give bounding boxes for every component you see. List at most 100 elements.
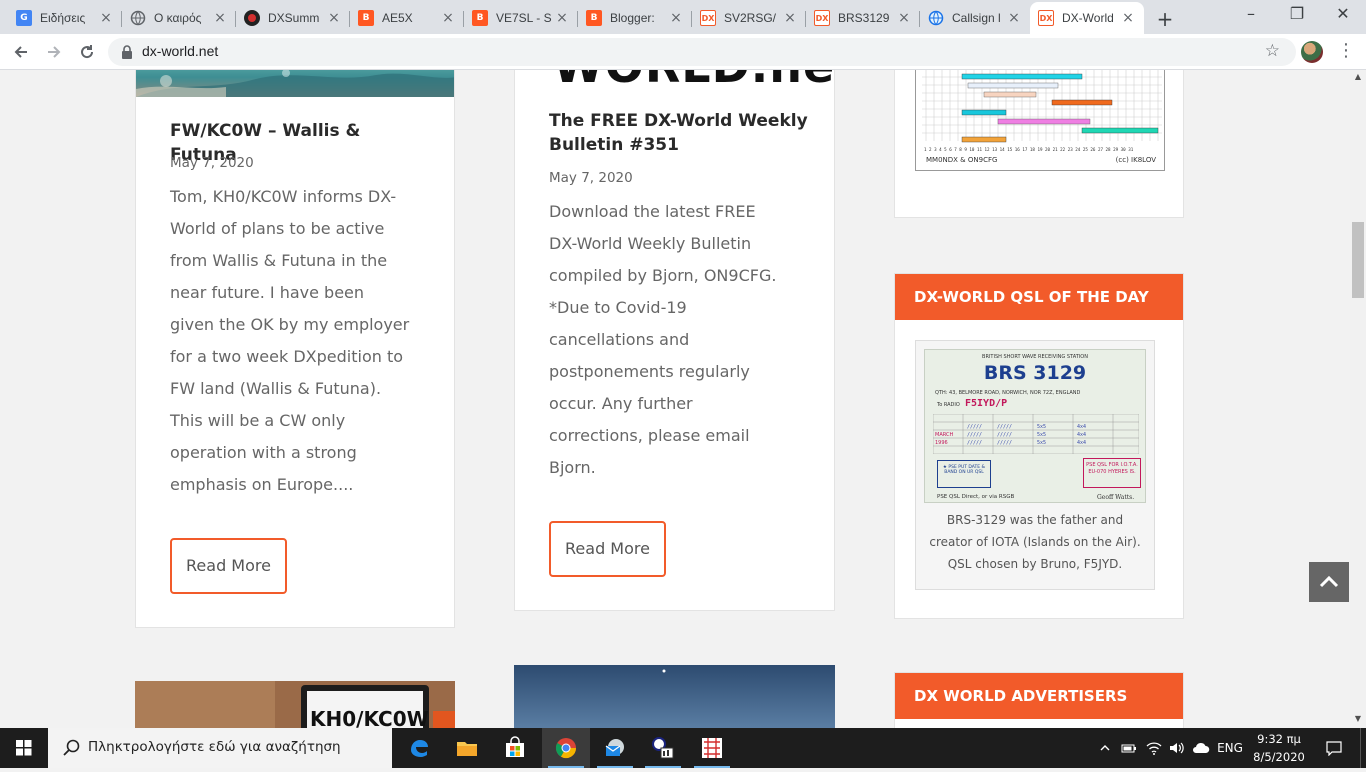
dxpedition-timeline-chart[interactable]: 1 2 3 4 5 6 7 8 9 10 11 12 13 14 15 16 1… — [915, 70, 1165, 171]
browser-tab-dxsummit[interactable]: DXSumm × — [236, 2, 350, 34]
svg-text://///: ///// — [997, 440, 1012, 446]
dx-world-icon: DX — [700, 10, 716, 26]
read-more-button[interactable]: Read More — [170, 538, 287, 594]
back-to-top-button[interactable] — [1309, 562, 1349, 602]
taskbar-file-explorer[interactable] — [443, 728, 491, 768]
blogger-icon: B — [472, 10, 488, 26]
close-icon[interactable]: × — [326, 10, 342, 26]
folder-icon — [457, 742, 477, 756]
lock-icon — [122, 45, 132, 59]
close-icon[interactable]: × — [440, 10, 456, 26]
volume-icon[interactable] — [1166, 728, 1188, 768]
browser-tab-ae5x[interactable]: B AE5X × — [350, 2, 464, 34]
close-window-button[interactable]: ✕ — [1320, 4, 1366, 28]
browser-tab-callsign[interactable]: Callsign l × — [920, 2, 1030, 34]
scroll-up-arrow-icon[interactable]: ▲ — [1350, 72, 1366, 81]
close-icon[interactable]: × — [554, 10, 570, 26]
close-icon[interactable]: × — [896, 10, 912, 26]
close-icon[interactable]: × — [212, 10, 228, 26]
bookmark-star-icon[interactable]: ☆ — [1265, 41, 1280, 61]
browser-tab-news[interactable]: G Ειδήσεις × — [8, 2, 122, 34]
svg-text:4x4: 4x4 — [1077, 432, 1086, 438]
post-image-dx-world-logo[interactable]: WORLD.net — [515, 70, 834, 89]
store-icon — [506, 736, 524, 757]
svg-text://///: ///// — [967, 424, 982, 430]
scrollbar-thumb[interactable] — [1352, 222, 1364, 298]
taskbar-qsl-app[interactable] — [688, 728, 736, 768]
scroll-down-arrow-icon[interactable]: ▼ — [1350, 714, 1366, 723]
mail-app-icon — [605, 739, 624, 756]
taskbar-edge[interactable] — [395, 728, 443, 768]
tray-overflow-chevron-icon[interactable] — [1096, 728, 1114, 768]
svg-text:5x5: 5x5 — [1037, 424, 1046, 430]
minimize-button[interactable]: – — [1228, 4, 1274, 28]
tab-strip: G Ειδήσεις × Ο καιρός × DXSumm × B AE5X … — [0, 0, 1366, 34]
widget-title: DX WORLD ADVERTISERS — [895, 673, 1183, 719]
windows-logo-icon — [16, 740, 32, 756]
network-app-icon — [652, 737, 674, 759]
browser-tab-ve7sl[interactable]: B VE7SL - S × — [464, 2, 578, 34]
taskbar-clock[interactable]: 9:32 πμ 8/5/2020 — [1240, 730, 1318, 766]
arrow-left-icon — [14, 46, 27, 58]
battery-icon[interactable] — [1118, 728, 1140, 768]
browser-tab-dx-world-active[interactable]: DX DX-World × — [1030, 2, 1144, 34]
taskbar-app-counter[interactable] — [639, 728, 687, 768]
browser-menu-icon[interactable]: ⋮ — [1336, 40, 1356, 61]
svg-text:1996: 1996 — [935, 440, 948, 446]
google-news-icon: G — [16, 10, 32, 26]
read-more-button[interactable]: Read More — [549, 521, 666, 577]
close-icon[interactable]: × — [1120, 10, 1136, 26]
wifi-icon[interactable] — [1143, 728, 1165, 768]
dx-world-logo: WORLD.net — [553, 70, 834, 89]
show-desktop-button[interactable] — [1360, 728, 1366, 768]
close-icon[interactable]: × — [98, 10, 114, 26]
post-image-wallis-futuna[interactable] — [136, 70, 454, 97]
blogger-icon: B — [586, 10, 602, 26]
clock-time: 9:32 πμ — [1257, 732, 1301, 746]
widget-dxpedition-chart: 1 2 3 4 5 6 7 8 9 10 11 12 13 14 15 16 1… — [894, 70, 1184, 218]
clock-date: 8/5/2020 — [1253, 750, 1305, 764]
taskbar-store[interactable] — [491, 728, 539, 768]
address-bar[interactable]: dx-world.net ☆ — [108, 38, 1296, 66]
browser-tab-weather[interactable]: Ο καιρός × — [122, 2, 236, 34]
qsl-caption: BRS-3129 was the father and creator of I… — [929, 513, 1141, 571]
taskbar-search-box[interactable]: Πληκτρολογήστε εδώ για αναζήτηση — [48, 728, 392, 768]
profile-avatar[interactable] — [1301, 41, 1323, 63]
new-tab-button[interactable]: + — [1155, 7, 1175, 31]
post-image-kh0-kc0w[interactable]: KH0/KC0W — [135, 681, 455, 728]
dx-world-icon: DX — [814, 10, 830, 26]
browser-tab-sv2rsg[interactable]: DX SV2RSG/ × — [692, 2, 806, 34]
page-scrollbar[interactable]: ▲ ▼ — [1350, 70, 1366, 728]
svg-text://///: ///// — [967, 432, 982, 438]
taskbar-chrome[interactable] — [542, 728, 590, 768]
notifications-icon[interactable] — [1320, 728, 1348, 768]
qsl-card-image[interactable]: BRITISH SHORT WAVE RECEIVING STATION BRS… — [924, 349, 1146, 503]
start-button[interactable] — [0, 728, 48, 768]
post-image-night-sky[interactable] — [514, 665, 835, 728]
windows-taskbar: Πληκτρολογήστε εδώ για αναζήτηση ENG 9:3… — [0, 728, 1366, 768]
close-icon[interactable]: × — [668, 10, 684, 26]
post-image-text: KH0/KC0W — [310, 707, 429, 728]
widget-qsl-of-the-day: DX-WORLD QSL OF THE DAY BRITISH SHORT WA… — [894, 273, 1184, 619]
post-date: May 7, 2020 — [170, 155, 254, 171]
forward-button[interactable] — [42, 40, 66, 64]
onedrive-icon[interactable] — [1190, 728, 1212, 768]
close-icon[interactable]: × — [782, 10, 798, 26]
reload-icon — [81, 45, 94, 59]
close-icon[interactable]: × — [1006, 10, 1022, 26]
widget-title: DX-WORLD QSL OF THE DAY — [895, 274, 1183, 320]
svg-text://///: ///// — [967, 440, 982, 446]
svg-text:5x5: 5x5 — [1037, 440, 1046, 446]
chevron-up-icon — [1319, 575, 1339, 588]
qsl-pse-box: PSE QSL FOR I.O.T.A. EU-070 HYERES IS. — [1083, 458, 1141, 488]
post-title[interactable]: The FREE DX-World Weekly Bulletin #351 — [549, 109, 809, 157]
url-text: dx-world.net — [142, 43, 219, 59]
reload-button[interactable] — [75, 40, 99, 64]
back-button[interactable] — [9, 40, 33, 64]
browser-tab-brs3129[interactable]: DX BRS3129 × — [806, 2, 920, 34]
post-date: May 7, 2020 — [549, 170, 633, 186]
restore-button[interactable]: ❐ — [1274, 4, 1320, 28]
browser-tab-blogger[interactable]: B Blogger: × — [578, 2, 692, 34]
svg-text:5x5: 5x5 — [1037, 432, 1046, 438]
taskbar-mail[interactable] — [591, 728, 639, 768]
